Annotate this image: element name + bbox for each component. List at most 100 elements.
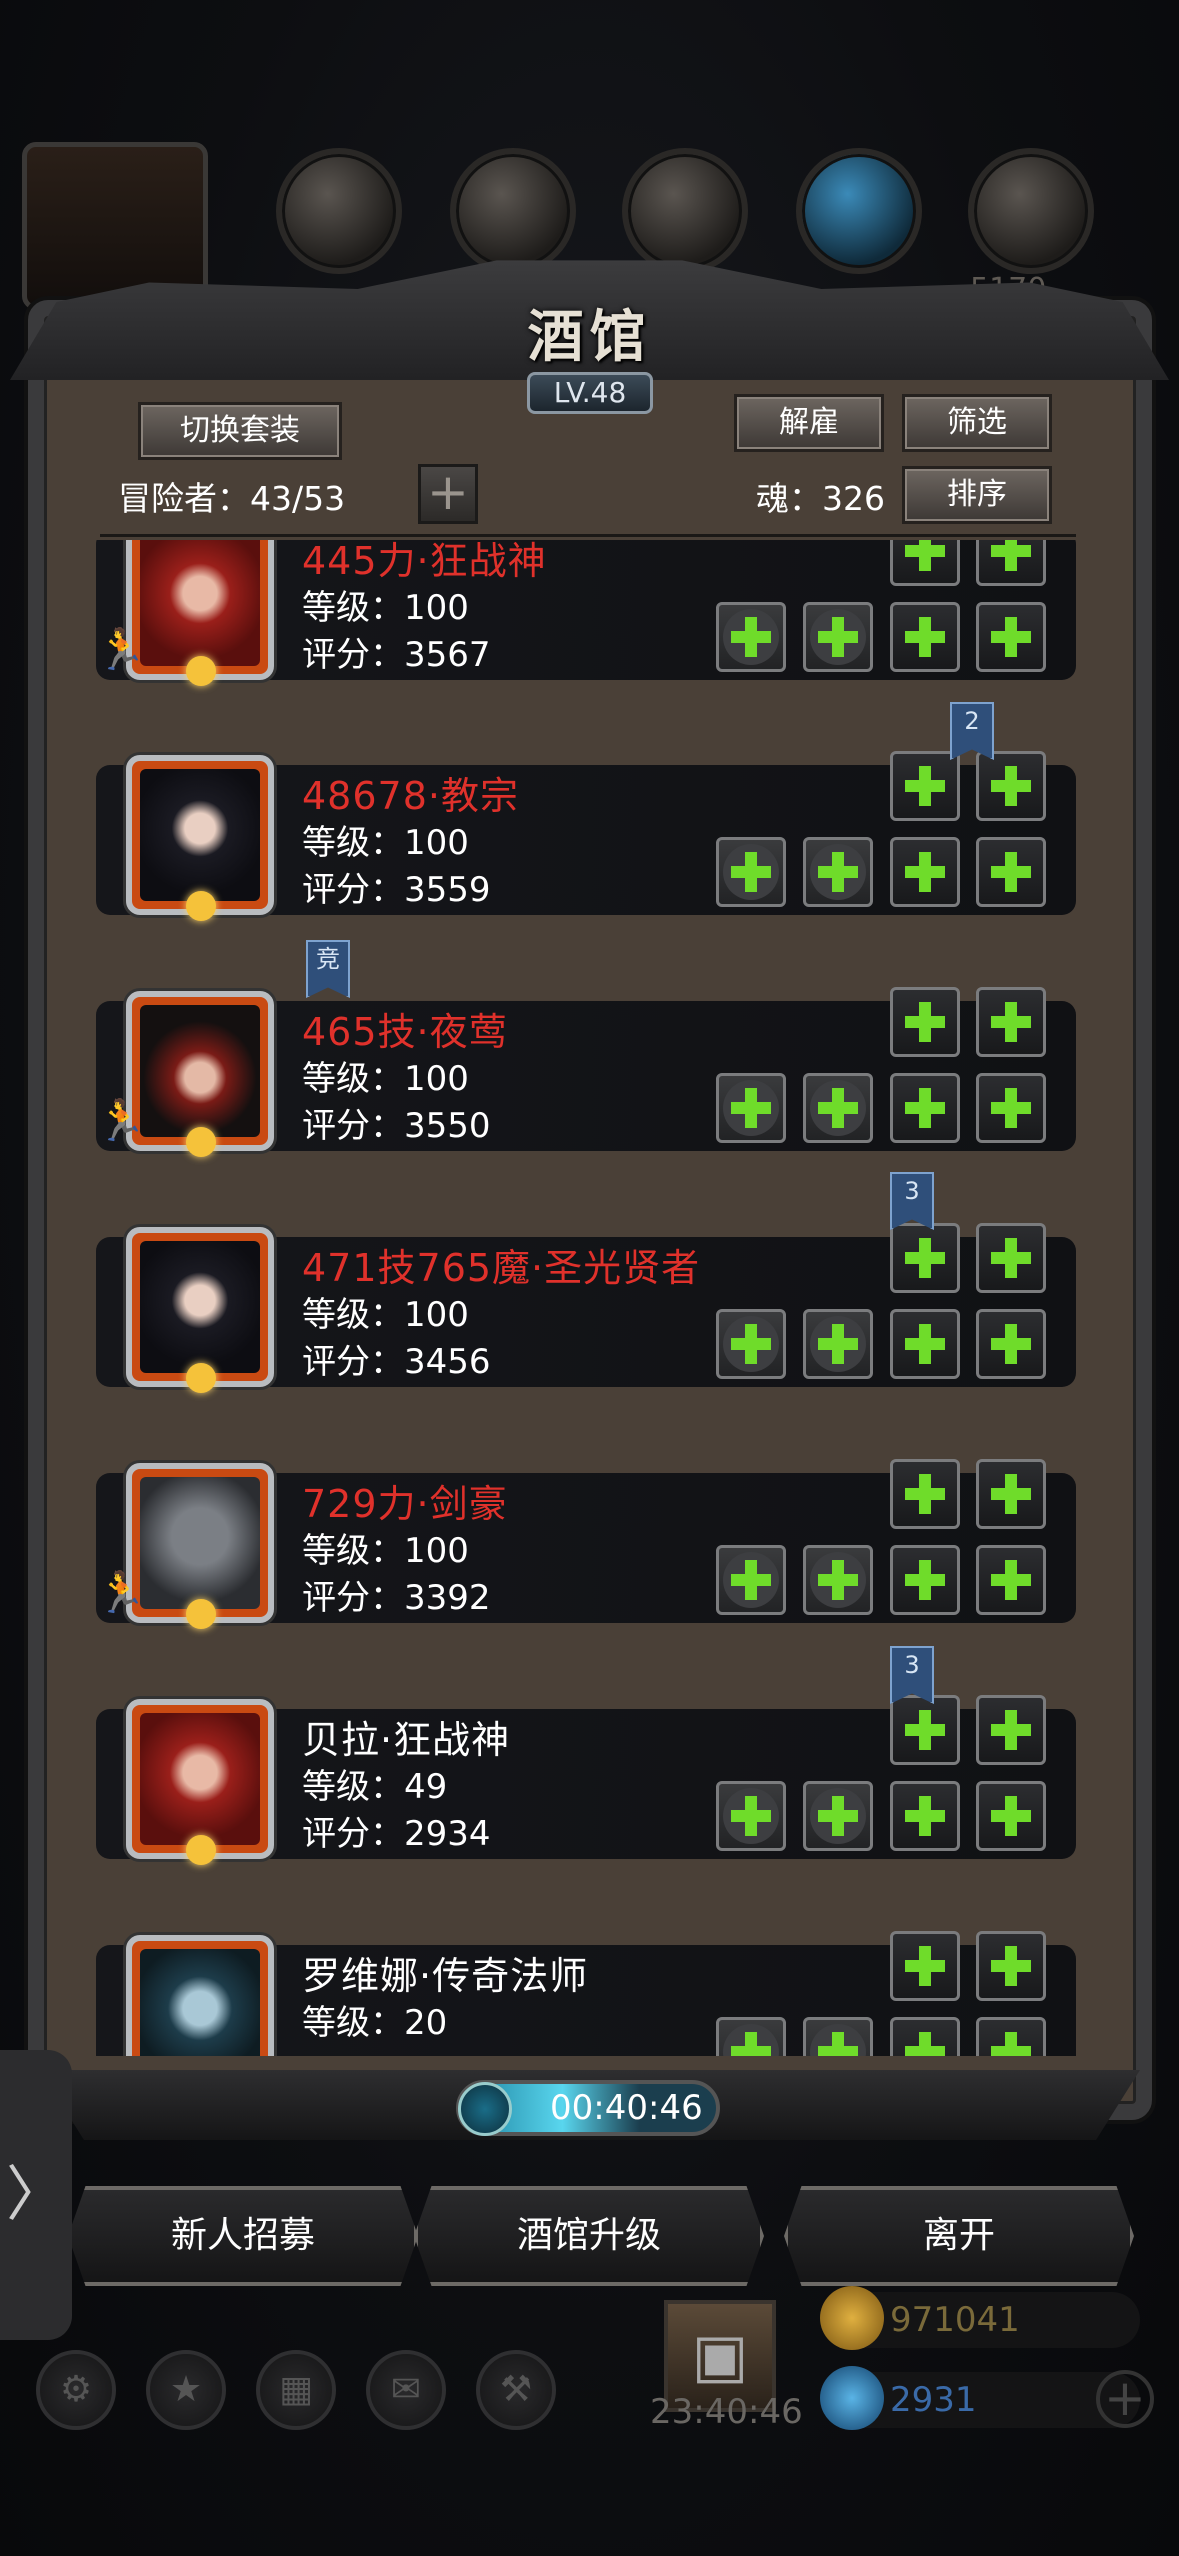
hero-portrait[interactable] [126, 755, 274, 921]
material-slot-4[interactable] [796, 148, 922, 274]
hero-name: 罗维娜·传奇法师 [302, 1954, 589, 1998]
recruit-button[interactable]: 新人招募 [68, 2186, 418, 2286]
equip-slot-button[interactable] [890, 1223, 960, 1293]
map-icon[interactable]: ▦ [256, 2350, 336, 2430]
hero-list[interactable]: 🏃 445力·狂战神 等级：100 评分：3567 48678·教宗 等级：100 评分：3… [90, 540, 1090, 2056]
equip-slot-button[interactable] [976, 1931, 1046, 2001]
equip-slot-button[interactable] [803, 1545, 873, 1615]
mail-icon[interactable]: ✉ [366, 2350, 446, 2430]
equip-slot-button[interactable] [803, 1781, 873, 1851]
hero-row[interactable]: 🏃 465技·夜莺 等级：100 评分：3550 [96, 987, 1076, 1157]
plus-icon [905, 1474, 945, 1514]
filter-button[interactable]: 筛选 [902, 394, 1052, 452]
hero-row[interactable]: 48678·教宗 等级：100 评分：3559 [96, 751, 1076, 921]
hero-face [140, 1005, 260, 1137]
equip-slot-button[interactable] [716, 1309, 786, 1379]
hero-portrait[interactable] [126, 1227, 274, 1393]
hero-row[interactable]: 罗维娜·传奇法师 等级：20 [96, 1931, 1076, 2056]
material-slot-1[interactable] [276, 148, 402, 274]
sort-button[interactable]: 排序 [902, 466, 1052, 524]
equip-slot-button[interactable] [976, 602, 1046, 672]
hero-level: 等级：100 [302, 588, 469, 628]
material-slot-5[interactable] [968, 148, 1094, 274]
hero-face [140, 1713, 260, 1845]
hero-portrait[interactable] [126, 1463, 274, 1629]
hero-portrait[interactable] [126, 1935, 274, 2056]
hero-portrait[interactable] [126, 1699, 274, 1865]
equip-slot-button[interactable] [890, 751, 960, 821]
settings-icon[interactable]: ⚙ [36, 2350, 116, 2430]
plus-icon [818, 1324, 858, 1364]
equip-slot-button[interactable] [890, 1545, 960, 1615]
equip-slot-button[interactable] [976, 540, 1046, 586]
equip-slot-button[interactable] [976, 1459, 1046, 1529]
plus-icon [991, 766, 1031, 806]
equip-slot-button[interactable] [976, 2017, 1046, 2056]
material-slot-2[interactable] [450, 148, 576, 274]
switch-set-button[interactable]: 切换套装 [138, 402, 342, 460]
equip-slot-button[interactable] [803, 2017, 873, 2056]
equip-slot-button[interactable] [976, 1545, 1046, 1615]
plus-icon [905, 540, 945, 571]
expand-capacity-button[interactable]: + [418, 464, 478, 524]
hero-row[interactable]: 🏃 445力·狂战神 等级：100 评分：3567 [96, 540, 1076, 686]
equip-slot-button[interactable] [890, 1073, 960, 1143]
equip-slot-button[interactable] [976, 987, 1046, 1057]
equip-slot-button[interactable] [976, 1223, 1046, 1293]
equip-slot-button[interactable] [890, 987, 960, 1057]
plus-icon [991, 540, 1031, 571]
plus-icon [818, 1088, 858, 1128]
equip-slot-button[interactable] [716, 837, 786, 907]
handshake-icon[interactable]: ⚒ [476, 2350, 556, 2430]
hero-face [140, 769, 260, 901]
leave-button[interactable]: 离开 [784, 2186, 1134, 2286]
side-drawer-toggle[interactable]: 〉 [0, 2050, 72, 2340]
hero-row[interactable]: 🏃 729力·剑豪 等级：100 评分：3392 [96, 1459, 1076, 1629]
equip-slot-button[interactable] [803, 1073, 873, 1143]
equip-slot-button[interactable] [803, 837, 873, 907]
adventurer-count: 冒险者：43/53 [118, 479, 346, 518]
equip-slot-button[interactable] [803, 602, 873, 672]
equip-slot-button[interactable] [716, 1545, 786, 1615]
equip-slot-button[interactable] [716, 1781, 786, 1851]
hero-portrait[interactable] [126, 991, 274, 1157]
equip-slot-button[interactable] [890, 540, 960, 586]
equip-slot-button[interactable] [976, 1781, 1046, 1851]
equip-slot-button[interactable] [890, 1931, 960, 2001]
equip-slot-button[interactable] [890, 602, 960, 672]
page-title: 酒馆 [527, 304, 652, 370]
upgrade-tavern-button[interactable]: 酒馆升级 [414, 2186, 764, 2286]
hero-name: 729力·剑豪 [302, 1482, 508, 1526]
equip-slot-button[interactable] [716, 1073, 786, 1143]
plus-icon [991, 1710, 1031, 1750]
equip-slot-button[interactable] [716, 2017, 786, 2056]
equip-slot-button[interactable] [890, 2017, 960, 2056]
equip-slot-button[interactable] [890, 1459, 960, 1529]
hero-row[interactable]: 贝拉·狂战神 等级：49 评分：2934 [96, 1695, 1076, 1865]
hero-name: 471技765魔·圣光贤者 [302, 1246, 701, 1290]
plus-icon [991, 1088, 1031, 1128]
equip-slot-button[interactable] [890, 1695, 960, 1765]
equip-slot-button[interactable] [976, 1695, 1046, 1765]
material-slot-3[interactable] [622, 148, 748, 274]
hero-score: 评分：3456 [302, 1342, 491, 1382]
equip-slot-button[interactable] [976, 1073, 1046, 1143]
hero-name: 贝拉·狂战神 [302, 1718, 511, 1762]
dismiss-button[interactable]: 解雇 [734, 394, 884, 452]
hero-face [140, 540, 260, 666]
equip-slot-button[interactable] [890, 1309, 960, 1379]
add-currency-button[interactable]: + [1096, 2370, 1154, 2428]
equip-slot-button[interactable] [976, 1309, 1046, 1379]
equip-slot-button[interactable] [976, 837, 1046, 907]
hero-row[interactable]: 471技765魔·圣光贤者 等级：100 评分：3456 [96, 1223, 1076, 1393]
equip-slot-button[interactable] [890, 837, 960, 907]
plus-icon [818, 1560, 858, 1600]
equip-slot-button[interactable] [976, 751, 1046, 821]
equip-slot-button[interactable] [803, 1309, 873, 1379]
equip-slot-button[interactable] [716, 602, 786, 672]
hero-face [140, 1241, 260, 1373]
equip-slot-button[interactable] [890, 1781, 960, 1851]
plus-icon [731, 852, 771, 892]
star-icon[interactable]: ★ [146, 2350, 226, 2430]
hero-portrait[interactable] [126, 540, 274, 686]
